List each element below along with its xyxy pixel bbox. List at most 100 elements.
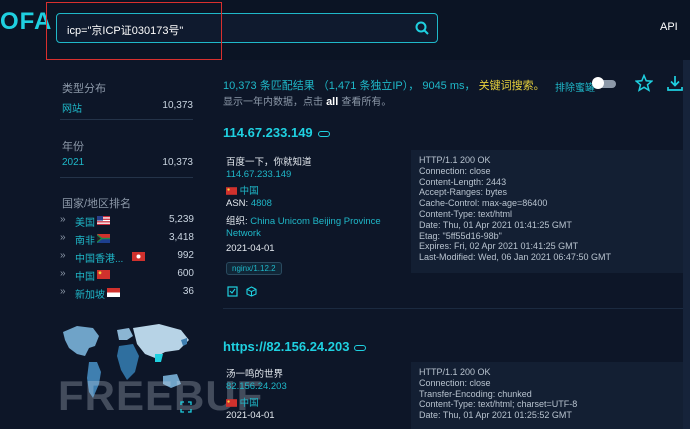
header-line: Accept-Ranges: bytes [419, 187, 508, 198]
type-item-website[interactable]: 网站 [62, 100, 82, 115]
download-icon[interactable] [666, 74, 684, 92]
result-page-title: 汤一鸣的世界 [226, 369, 284, 380]
header-line: Etag: "5ff55d16-98b" [419, 230, 502, 241]
header-line: Content-Type: text/html; charset=UTF-8 [419, 399, 578, 410]
us-flag-icon [97, 216, 110, 225]
org-value-continued[interactable]: Network [226, 228, 261, 239]
summary-subline-prefix: 显示一年内数据，点击 [223, 97, 323, 108]
annotation-highlight-box [46, 2, 222, 60]
exclude-honeypot-label: 排除蜜罐 [555, 83, 595, 94]
header-line: Connection: close [419, 165, 491, 176]
country-count: 36 [182, 286, 194, 297]
country-item-sg[interactable]: » 新加坡 36 [60, 286, 194, 301]
org-value[interactable]: China Unicom Beijing Province [250, 216, 380, 227]
unique-ip-count: （1,471 条独立IP）， [317, 80, 420, 92]
certificate-icon[interactable] [227, 286, 238, 297]
header-line: Cache-Control: max-age=86400 [419, 198, 548, 209]
result-asn: ASN: 4808 [226, 198, 272, 209]
header-line: Content-Length: 2443 [419, 176, 507, 187]
result-date: 2021-04-01 [226, 243, 275, 254]
result-ip-link[interactable]: 114.67.233.149 [226, 169, 291, 180]
result-ip-link[interactable]: 82.156.24.203 [226, 381, 287, 392]
cube-icon[interactable] [246, 286, 257, 297]
header-line: Content-Type: text/html [419, 208, 513, 219]
result-title[interactable]: https://82.156.24.203 [223, 339, 349, 354]
header-line: Date: Thu, 01 Apr 2021 01:41:25 GMT [419, 219, 572, 230]
country-count: 992 [177, 250, 194, 261]
result-country[interactable]: 中国 [226, 183, 259, 197]
sidebar-divider [60, 119, 193, 120]
result-title-link[interactable]: 114.67.233.149 [223, 125, 330, 140]
http-header-panel: HTTP/1.1 200 OK Connection: close Transf… [411, 362, 690, 429]
link-icon[interactable] [354, 344, 367, 351]
http-header-panel: HTTP/1.1 200 OK Connection: close Conten… [411, 150, 690, 273]
country-name: 新加坡 [75, 290, 105, 301]
hk-flag-icon [132, 252, 145, 261]
chevron-right-icon: » [60, 214, 66, 225]
sidebar-divider [60, 177, 193, 178]
summary-subline-suffix: 查看所有。 [341, 97, 392, 108]
result-date: 2021-04-01 [226, 410, 275, 421]
year-heading: 年份 [62, 141, 84, 153]
toggle-knob [592, 77, 604, 89]
match-count-suffix: 条匹配结果 [259, 80, 315, 92]
country-ranking-heading: 国家/地区排名 [62, 198, 132, 210]
header-line: HTTP/1.1 200 OK [419, 367, 491, 377]
country-item-us[interactable]: » 美国 5,239 [60, 214, 194, 229]
header-line: Last-Modified: Wed, 06 Jan 2021 06:47:50… [419, 252, 611, 263]
cn-flag-icon [97, 270, 110, 279]
header-line: Transfer-Encoding: chunked [419, 388, 532, 399]
link-icon[interactable] [317, 130, 330, 137]
query-time: 9045 ms， [422, 80, 476, 92]
country-item-cn[interactable]: » 中国 600 [60, 268, 194, 283]
type-item-count: 10,373 [162, 100, 193, 111]
country-count: 3,418 [168, 232, 194, 243]
sg-flag-icon [107, 288, 120, 297]
star-icon[interactable] [635, 74, 653, 92]
asn-label: ASN: [226, 198, 249, 209]
scrollbar[interactable] [683, 60, 690, 429]
org-label: 组织: [226, 216, 248, 227]
country-name: 中国 [75, 272, 95, 283]
country-item-hk[interactable]: » 中国香港... 992 [60, 250, 194, 265]
country-count: 600 [177, 268, 194, 279]
year-item-count: 10,373 [162, 157, 193, 168]
result-divider [223, 308, 690, 309]
header-line: Connection: close [419, 377, 491, 388]
cn-flag-icon [226, 399, 237, 408]
exclude-honeypot-toggle[interactable] [592, 77, 616, 89]
header-line: Date: Thu, 01 Apr 2021 01:25:52 GMT [419, 410, 572, 421]
chevron-right-icon: » [60, 286, 66, 297]
show-all-link[interactable]: all [326, 96, 338, 108]
result-org: 组织: China Unicom Beijing Province [226, 213, 381, 227]
cn-flag-icon [226, 187, 237, 196]
match-count: 10,373 [223, 80, 257, 92]
chevron-right-icon: » [60, 268, 66, 279]
result-title-link[interactable]: https://82.156.24.203 [223, 339, 367, 354]
result-country-name: 中国 [239, 186, 259, 197]
header-line: HTTP/1.1 200 OK [419, 155, 491, 165]
asn-value[interactable]: 4808 [251, 198, 272, 209]
country-name: 南非 [75, 236, 95, 247]
year-item-2021[interactable]: 2021 [62, 157, 84, 168]
header-line: Expires: Fri, 02 Apr 2021 01:41:25 GMT [419, 241, 579, 252]
expand-icon[interactable] [180, 401, 192, 413]
keyword-search-link[interactable]: 关键词搜索。 [479, 80, 545, 92]
app-logo[interactable]: OFA [0, 8, 52, 36]
za-flag-icon [97, 234, 110, 243]
country-item-za[interactable]: » 南非 3,418 [60, 232, 194, 247]
country-name: 中国香港... [75, 254, 124, 265]
chevron-right-icon: » [60, 250, 66, 261]
country-count: 5,239 [168, 214, 194, 225]
search-icon[interactable] [415, 21, 429, 35]
chevron-right-icon: » [60, 232, 66, 243]
country-name: 美国 [75, 218, 95, 229]
result-country-name: 中国 [239, 398, 259, 409]
result-title[interactable]: 114.67.233.149 [223, 125, 313, 140]
type-distribution-heading: 类型分布 [62, 83, 106, 95]
api-link[interactable]: API [660, 21, 678, 33]
result-country[interactable]: 中国 [226, 395, 259, 409]
results-summary: 10,373 条匹配结果 （1,471 条独立IP）， 9045 ms， 关键词… [223, 77, 545, 108]
result-page-title: 百度一下，你就知道 [226, 157, 312, 168]
server-tag[interactable]: nginx/1.12.2 [226, 262, 282, 275]
